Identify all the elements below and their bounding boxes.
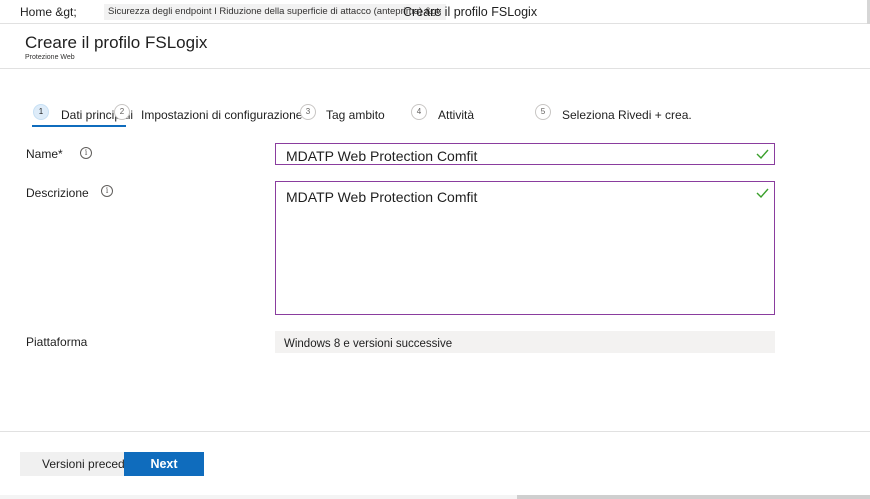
step-number: 3: [300, 104, 316, 120]
step-number: 1: [33, 104, 49, 120]
description-textarea[interactable]: MDATP Web Protection Comfit: [275, 181, 775, 315]
name-label: Name*: [26, 147, 63, 161]
step-label: Attività: [438, 108, 475, 122]
breadcrumb: Home &gt; Sicurezza degli endpoint I Rid…: [0, 0, 870, 24]
step-label: Impostazioni di configurazione: [141, 108, 303, 122]
page-subtitle: Protezione Web: [25, 54, 75, 61]
checkmark-icon: [756, 149, 769, 159]
next-button[interactable]: Next: [124, 452, 204, 476]
step-label: Seleziona Rivedi + crea.: [562, 108, 692, 122]
header-divider: [0, 68, 870, 69]
info-icon[interactable]: i: [101, 185, 113, 197]
description-label: Descrizione: [26, 186, 89, 200]
platform-value: Windows 8 e versioni successive: [284, 338, 453, 350]
footer-divider: [0, 431, 870, 432]
step-number: 5: [535, 104, 551, 120]
horizontal-scrollbar[interactable]: [517, 495, 870, 499]
breadcrumb-endpoint-security-link[interactable]: Sicurezza degli endpoint I Riduzione del…: [104, 4, 446, 20]
step-number: 2: [114, 104, 130, 120]
page-title: Creare il profilo FSLogix: [25, 33, 208, 52]
platform-label: Piattaforma: [26, 335, 88, 349]
platform-field: Windows 8 e versioni successive: [275, 331, 775, 353]
breadcrumb-current: Creare il profilo FSLogix: [403, 5, 538, 19]
name-input-value: MDATP Web Protection Comfit: [286, 148, 478, 164]
description-textarea-value: MDATP Web Protection Comfit: [286, 189, 478, 205]
breadcrumb-home-link[interactable]: Home &gt;: [20, 5, 77, 19]
step-number: 4: [411, 104, 427, 120]
step-label: Tag ambito: [326, 108, 385, 122]
checkmark-icon: [756, 188, 769, 198]
previous-button[interactable]: Versioni precedenti: [20, 452, 144, 476]
info-icon[interactable]: i: [80, 147, 92, 159]
name-input[interactable]: MDATP Web Protection Comfit: [275, 143, 775, 165]
active-step-underline: [32, 125, 126, 127]
